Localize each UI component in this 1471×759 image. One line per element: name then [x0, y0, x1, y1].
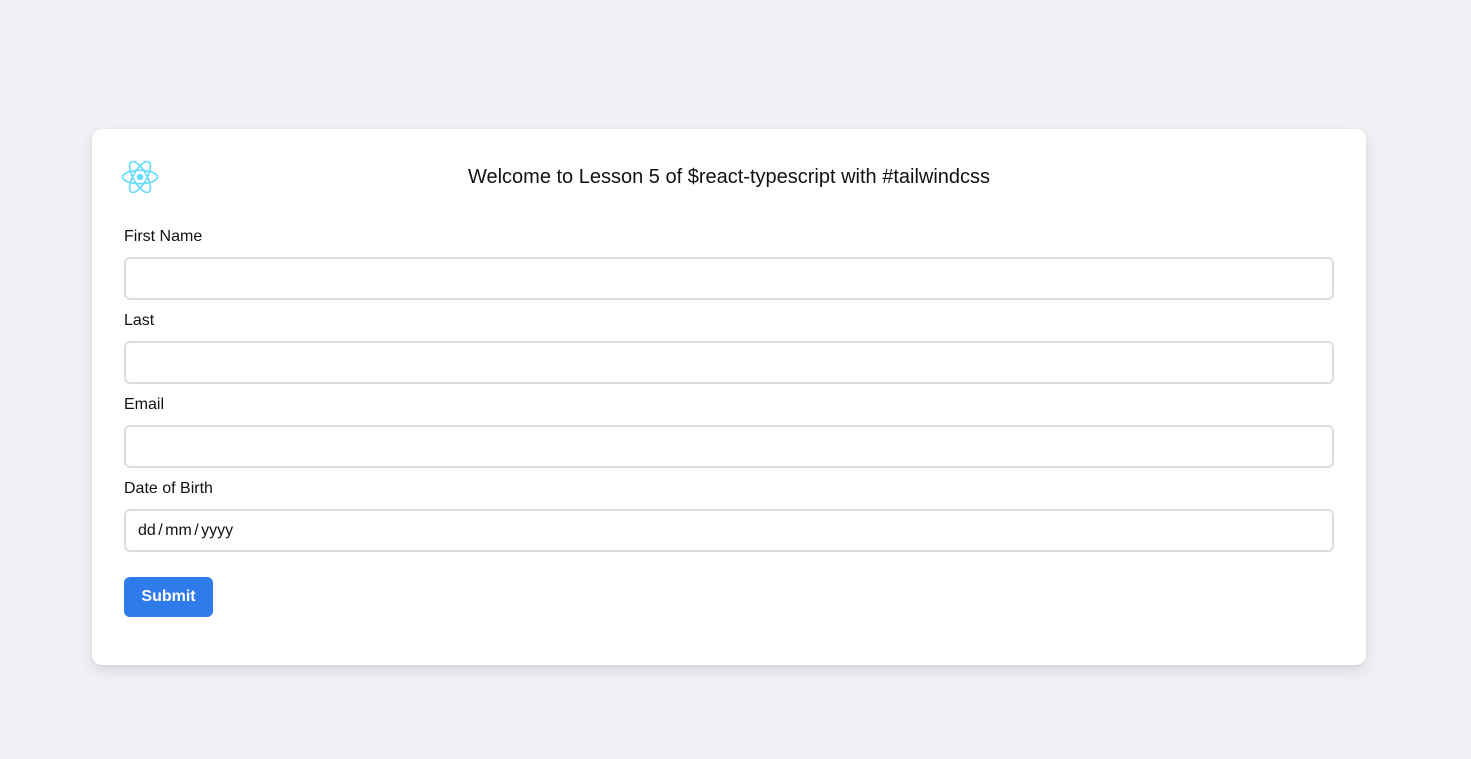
first-name-input[interactable]	[124, 257, 1334, 300]
submit-button[interactable]: Submit	[124, 577, 213, 617]
page-title: Welcome to Lesson 5 of $react-typescript…	[467, 166, 991, 188]
date-of-birth-label: Date of Birth	[124, 480, 213, 497]
email-label: Email	[124, 396, 165, 413]
form-card: Welcome to Lesson 5 of $react-typescript…	[92, 129, 1366, 665]
last-name-label: Last	[124, 312, 155, 329]
email-input[interactable]	[124, 425, 1334, 468]
date-of-birth-input[interactable]: dd / mm / yyyy	[124, 509, 1334, 552]
last-name-input[interactable]	[124, 341, 1334, 384]
date-placeholder: dd / mm / yyyy	[138, 522, 234, 539]
first-name-label: First Name	[124, 228, 203, 245]
